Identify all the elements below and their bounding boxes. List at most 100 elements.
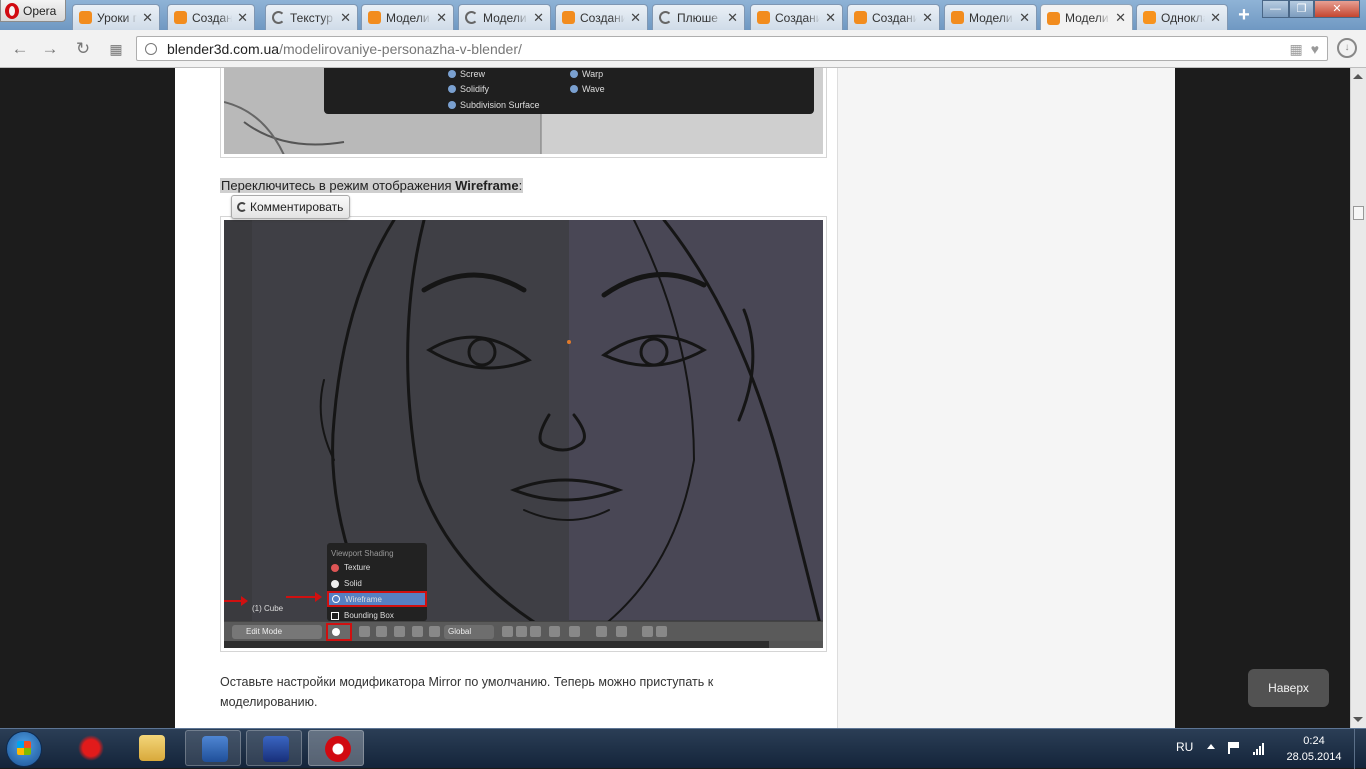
tab-label: Модели <box>1065 11 1109 25</box>
tab-6[interactable]: Создани ✕ <box>555 4 648 30</box>
clock-date[interactable]: 28.05.2014 <box>1284 751 1344 763</box>
blender-icon <box>368 11 381 24</box>
pivot-icon[interactable] <box>359 626 370 637</box>
network-signal-icon[interactable] <box>1253 741 1267 755</box>
close-tab-icon[interactable]: ✕ <box>825 10 836 26</box>
tab-1[interactable]: Уроки п ✕ <box>72 4 160 30</box>
page-sidebar <box>837 68 1175 728</box>
viewport-shading-header: Viewport Shading <box>331 549 394 558</box>
viewport-shading-button[interactable] <box>326 623 352 641</box>
shading-option-wireframe[interactable]: Wireframe <box>327 591 427 607</box>
tab-8[interactable]: Создани ✕ <box>750 4 843 30</box>
close-tab-icon[interactable]: ✕ <box>533 10 544 26</box>
maximize-icon[interactable]: ❐ <box>1289 0 1314 18</box>
occlude-icon[interactable] <box>549 626 560 637</box>
back-arrow-icon[interactable]: ← <box>10 39 30 59</box>
scrollbar-thumb[interactable] <box>1353 206 1364 220</box>
scale-icon[interactable] <box>429 626 440 637</box>
face-select-icon[interactable] <box>530 626 541 637</box>
rotate-icon[interactable] <box>412 626 423 637</box>
scroll-down-arrow-icon[interactable] <box>1353 717 1363 722</box>
snap-icon[interactable] <box>596 626 607 637</box>
close-tab-icon[interactable]: ✕ <box>630 10 641 26</box>
site-info-globe-icon[interactable] <box>145 42 157 55</box>
tab-2[interactable]: Создани ✕ <box>167 4 255 30</box>
menu-item-warp[interactable]: Warp <box>570 69 603 79</box>
shading-option-bounding-box[interactable]: Bounding Box <box>331 611 394 620</box>
shading-option-texture[interactable]: Texture <box>331 563 370 572</box>
tab-label: Модели <box>483 10 527 25</box>
menu-item-screw[interactable]: Screw <box>448 69 485 79</box>
blender-3d-header-bar: Edit Mode Global <box>224 621 823 642</box>
menu-item-solidify[interactable]: Solidify <box>448 84 489 94</box>
tab-10[interactable]: Модели ✕ <box>944 4 1037 30</box>
close-window-icon[interactable]: ✕ <box>1314 0 1360 18</box>
close-tab-icon[interactable]: ✕ <box>1019 10 1030 26</box>
edge-select-icon[interactable] <box>516 626 527 637</box>
step-caption: Переключитесь в режим отображения Wirefr… <box>220 178 524 193</box>
close-tab-icon[interactable]: ✕ <box>1210 10 1221 26</box>
back-to-top-button[interactable]: Наверх <box>1248 669 1329 707</box>
opera-menu-button[interactable]: Opera <box>0 0 66 22</box>
shading-option-solid[interactable]: Solid <box>331 579 362 588</box>
comment-button[interactable]: Комментировать <box>231 195 351 219</box>
close-tab-icon[interactable]: ✕ <box>340 10 351 26</box>
taskbar-opera[interactable] <box>308 730 364 766</box>
taskbar-word[interactable] <box>185 730 241 766</box>
show-hidden-icons-icon[interactable] <box>1207 744 1215 749</box>
tab-7[interactable]: Плюше ✕ <box>652 4 745 30</box>
stash-grid-icon[interactable]: ▦ <box>1289 41 1302 58</box>
orientation-selector[interactable]: Global <box>444 625 494 639</box>
start-button[interactable] <box>6 731 42 767</box>
tab-4[interactable]: Модели ✕ <box>361 4 454 30</box>
proportional-icon[interactable] <box>569 626 580 637</box>
blender-icon <box>854 11 867 24</box>
snap-target-icon[interactable] <box>616 626 627 637</box>
input-language[interactable]: RU <box>1176 740 1193 754</box>
heart-icon[interactable]: ♥ <box>1311 41 1319 58</box>
tab-9[interactable]: Создани ✕ <box>847 4 940 30</box>
url-host: blender3d.com.ua <box>167 40 280 57</box>
tab-5[interactable]: Модели ✕ <box>458 4 551 30</box>
close-tab-icon[interactable]: ✕ <box>922 10 933 26</box>
menu-item-wave[interactable]: Wave <box>570 84 605 94</box>
translate-icon[interactable] <box>394 626 405 637</box>
close-tab-icon[interactable]: ✕ <box>1115 10 1126 26</box>
taskbar-explorer[interactable] <box>123 730 179 766</box>
word-icon <box>202 736 228 762</box>
close-tab-icon[interactable]: ✕ <box>727 10 738 26</box>
download-icon[interactable]: ↓ <box>1337 38 1357 58</box>
mode-selector[interactable]: Edit Mode <box>232 625 322 639</box>
taskbar-save-app[interactable] <box>246 730 302 766</box>
manipulator-icon[interactable] <box>376 626 387 637</box>
show-desktop-button[interactable] <box>1354 729 1366 769</box>
viewport-shading-menu: Viewport Shading Texture Solid Wireframe… <box>327 543 427 621</box>
timeline-handle <box>769 641 823 648</box>
vertex-select-icon[interactable] <box>502 626 513 637</box>
close-tab-icon[interactable]: ✕ <box>142 10 153 26</box>
close-tab-icon[interactable]: ✕ <box>436 10 447 26</box>
camera-icon[interactable] <box>656 626 667 637</box>
forward-arrow-icon[interactable]: → <box>40 39 60 59</box>
address-bar[interactable]: blender3d.com.ua /modelirovaniye-persona… <box>136 36 1328 61</box>
taskbar-app-splash[interactable] <box>62 730 118 766</box>
render-icon[interactable] <box>642 626 653 637</box>
action-center-flag-icon[interactable] <box>1228 742 1242 754</box>
red-splash-icon <box>78 735 104 761</box>
tab-3[interactable]: Текстур ✕ <box>265 4 358 30</box>
vertical-scrollbar[interactable] <box>1350 68 1366 728</box>
close-tab-icon[interactable]: ✕ <box>237 10 248 26</box>
speed-dial-grid-icon[interactable]: ▦ <box>106 39 126 59</box>
reload-icon[interactable]: ↻ <box>73 39 93 59</box>
tab-11-active[interactable]: Модели ✕ <box>1040 4 1133 31</box>
menu-label: Screw <box>460 69 486 79</box>
tab-12[interactable]: Одноклас ✕ <box>1136 4 1228 30</box>
clock-time[interactable]: 0:24 <box>1284 735 1344 747</box>
scroll-up-arrow-icon[interactable] <box>1353 74 1363 79</box>
menu-item-subdivision-surface[interactable]: Subdivision Surface <box>448 100 540 110</box>
new-tab-plus-icon[interactable]: + <box>1234 5 1254 26</box>
tab-label: Одноклас <box>1161 10 1205 25</box>
solid-icon <box>331 579 339 588</box>
minimize-icon[interactable]: — <box>1262 0 1289 18</box>
tab-label: Создани <box>192 10 233 25</box>
